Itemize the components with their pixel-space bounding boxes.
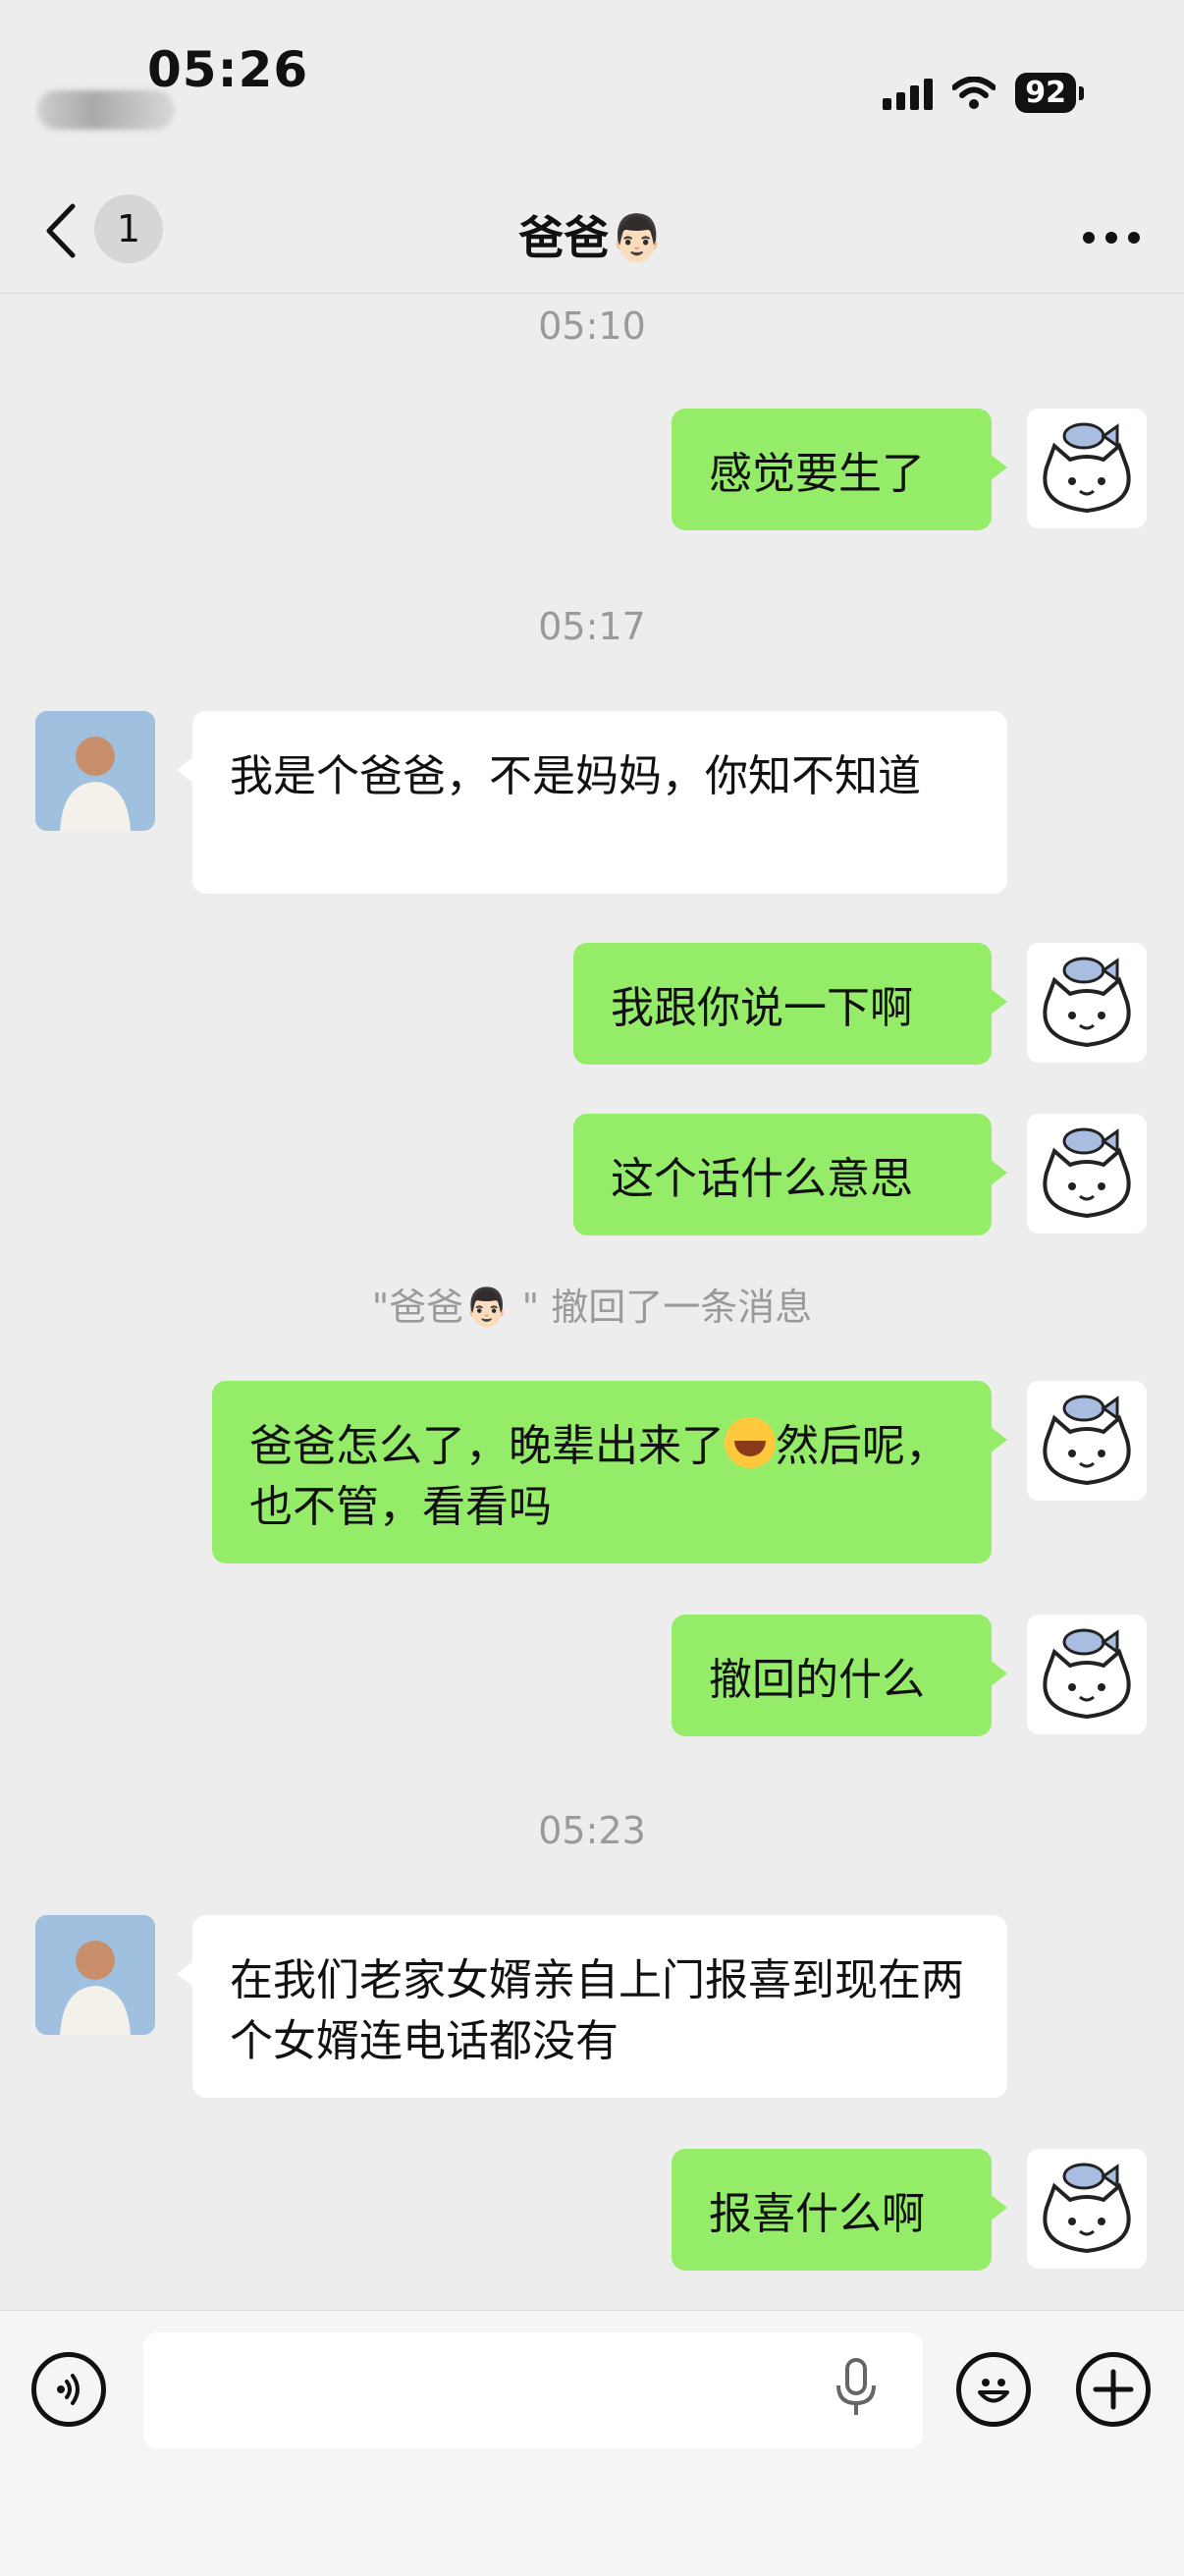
cat-avatar-icon: [1043, 1628, 1131, 1720]
wifi-icon: [952, 76, 996, 109]
cat-avatar-icon: [1043, 422, 1131, 514]
more-dots-icon: [1083, 232, 1140, 244]
message-bubble-sent[interactable]: 这个话什么意思: [573, 1114, 1007, 1235]
voice-mode-button[interactable]: [31, 2352, 106, 2427]
plus-icon: [1093, 2369, 1134, 2410]
message-input-bar: [0, 2310, 1184, 2576]
message-text-input[interactable]: [143, 2332, 923, 2448]
contact-avatar[interactable]: [35, 711, 155, 831]
my-avatar[interactable]: [1027, 943, 1147, 1063]
message-bubble-sent[interactable]: 感觉要生了: [672, 409, 1007, 530]
microphone-button[interactable]: [834, 2358, 878, 2423]
contact-photo: [35, 711, 155, 831]
status-icons: 92: [883, 73, 1084, 113]
cat-avatar-icon: [1043, 957, 1131, 1048]
message-bubble-received[interactable]: 在我们老家女婿亲自上门报喜到现在两个女婿连电话都没有: [177, 1915, 1007, 2098]
blurred-back-app-label: [37, 90, 175, 130]
chat-title: 爸爸👨🏻: [518, 211, 666, 264]
my-avatar[interactable]: [1027, 1381, 1147, 1501]
my-avatar[interactable]: [1027, 1114, 1147, 1233]
cat-avatar-icon: [1043, 2163, 1131, 2254]
voice-mode-icon: [57, 2374, 80, 2405]
emoji-button[interactable]: [956, 2352, 1031, 2427]
emoji-icon: [978, 2379, 1009, 2403]
message-bubble-sent[interactable]: 爸爸怎么了，晚辈出来了 然后呢，也不管，看看吗: [212, 1381, 1007, 1563]
status-time: 05:26: [147, 41, 309, 98]
cat-avatar-icon: [1043, 1127, 1131, 1219]
timestamp: 05:17: [538, 605, 646, 648]
status-bar: 05:26 92: [0, 0, 1184, 147]
contact-avatar[interactable]: [35, 1915, 155, 2035]
plus-button[interactable]: [1076, 2352, 1151, 2427]
contact-photo: [35, 1915, 155, 2035]
cellular-signal-icon: [883, 77, 934, 110]
my-avatar[interactable]: [1027, 2149, 1147, 2269]
message-bubble-sent[interactable]: 撤回的什么: [672, 1615, 1007, 1736]
my-avatar[interactable]: [1027, 409, 1147, 528]
timestamp: 05:23: [538, 1809, 646, 1852]
message-bubble-sent[interactable]: 报喜什么啊: [672, 2149, 1007, 2271]
message-bubble-sent[interactable]: 我跟你说一下啊: [573, 943, 1007, 1065]
laughing-emoji-icon: [725, 1417, 776, 1468]
cat-avatar-icon: [1043, 1395, 1131, 1486]
recall-notice: "爸爸👨🏻 " 撤回了一条消息: [371, 1286, 813, 1329]
microphone-icon: [836, 2358, 876, 2415]
battery-indicator: 92: [1015, 73, 1084, 113]
message-bubble-received[interactable]: 我是个爸爸，不是妈妈，你知不知道: [177, 711, 1007, 894]
more-button[interactable]: [1082, 208, 1141, 247]
message-list[interactable]: 05:10 感觉要生了 05:17 我是个爸爸，不是妈妈，你知不知道 我跟你说一…: [0, 295, 1184, 2310]
timestamp: 05:10: [538, 304, 646, 348]
my-avatar[interactable]: [1027, 1615, 1147, 1734]
chat-header: 1 爸爸👨🏻: [0, 167, 1184, 294]
message-text: 爸爸怎么了，晚辈出来了: [249, 1421, 725, 1471]
